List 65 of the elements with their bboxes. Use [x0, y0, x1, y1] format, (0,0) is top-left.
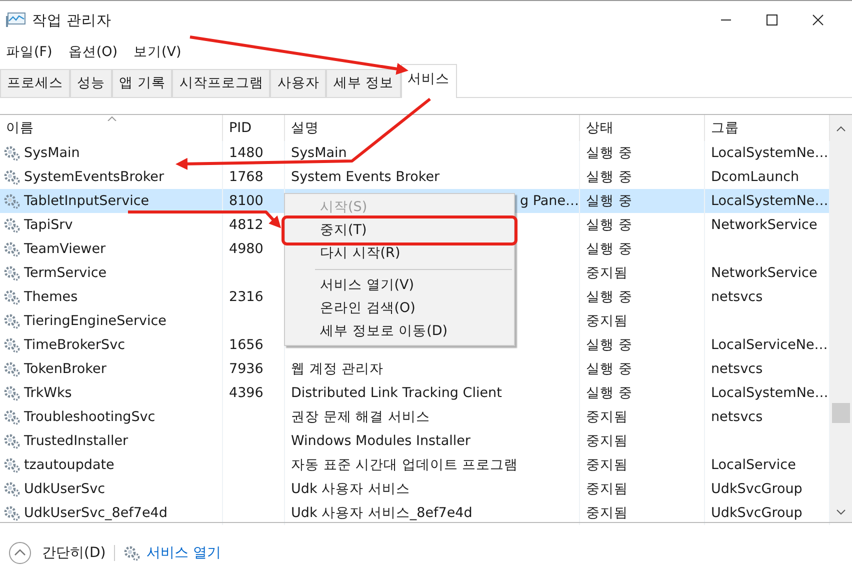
table-cell: TimeBrokerSvc: [24, 337, 125, 353]
table-cell: 중지됨: [586, 408, 628, 426]
table-cell: SystemEventsBroker: [24, 169, 164, 185]
table-cell: 4396: [229, 385, 264, 401]
table-cell: LocalSystemNe…: [711, 193, 828, 209]
table-cell: TroubleshootingSvc: [24, 409, 156, 425]
table-cell: 1656: [229, 337, 264, 353]
table-cell: 웹 계정 관리자: [291, 360, 384, 378]
table-cell: 중지됨: [586, 480, 628, 498]
table-cell: 실행 중: [586, 192, 632, 210]
window-title: 작업 관리자: [32, 12, 112, 30]
table-cell: netsvcs: [711, 361, 763, 377]
table-cell: 중지됨: [586, 312, 628, 330]
table-cell: TermService: [24, 265, 107, 281]
table-cell: 중지됨: [586, 504, 628, 522]
table-cell: 중지됨: [586, 432, 628, 450]
table-cell: netsvcs: [711, 289, 763, 305]
table-cell: NetworkService: [711, 217, 818, 233]
table-cell: 2316: [229, 289, 264, 305]
table-cell: Themes: [24, 289, 78, 305]
table-cell: 실행 중: [586, 240, 632, 258]
table-cell: 실행 중: [586, 144, 632, 162]
table-cell: 실행 중: [586, 288, 632, 306]
table-cell: NetworkService: [711, 265, 818, 281]
table-cell: TrkWks: [24, 385, 72, 401]
table-cell: 중지됨: [586, 264, 628, 282]
table-cell: 8100: [229, 193, 264, 209]
table-cell: 실행 중: [586, 216, 632, 234]
table-cell: TokenBroker: [24, 361, 106, 377]
table-cell: TapiSrv: [24, 217, 73, 233]
table-cell: DcomLaunch: [711, 169, 800, 185]
table-cell: SysMain: [291, 145, 347, 161]
table-cell: UdkSvcGroup: [711, 481, 802, 497]
table-cell: LocalSystemNe…: [711, 145, 828, 161]
table-cell: TieringEngineService: [24, 313, 166, 329]
table-cell: 실행 중: [586, 336, 632, 354]
table-cell: 4980: [229, 241, 264, 257]
table-cell: 실행 중: [586, 384, 632, 402]
table-cell: UdkUserSvc: [24, 481, 106, 497]
table-cell: Windows Modules Installer: [291, 433, 470, 449]
table-cell: 중지됨: [586, 456, 628, 474]
table-cell: LocalService: [711, 457, 796, 473]
table-cell: LocalServiceNe…: [711, 337, 828, 353]
table-cell: 4812: [229, 217, 264, 233]
table-cell: g Pane…: [520, 193, 579, 209]
table-cell: 1768: [229, 169, 264, 185]
table-cell: 자동 표준 시간대 업데이트 프로그램: [291, 456, 518, 474]
table-cell: Distributed Link Tracking Client: [291, 385, 502, 401]
table-cell: TeamViewer: [24, 241, 106, 257]
table-cell: 실행 중: [586, 168, 632, 186]
table-cell: 7936: [229, 361, 264, 377]
table-cell: 실행 중: [586, 360, 632, 378]
table-cell: UdkUserSvc_8ef7e4d: [24, 505, 168, 521]
table-cell: Udk 사용자 서비스_8ef7e4d: [291, 504, 472, 522]
table-cell: SysMain: [24, 145, 80, 161]
table-cell: LocalSystemNe…: [711, 385, 828, 401]
table-cell: tzautoupdate: [24, 457, 114, 473]
table-cell: 권장 문제 해결 서비스: [291, 408, 430, 426]
table-cell: System Events Broker: [291, 169, 440, 185]
table-cell: netsvcs: [711, 409, 763, 425]
table-cell: TrustedInstaller: [24, 433, 128, 449]
table-cell: 1480: [229, 145, 264, 161]
table-cell: UdkSvcGroup: [711, 505, 802, 521]
table-cell: TabletInputService: [24, 193, 150, 209]
table-cell: Udk 사용자 서비스: [291, 480, 410, 498]
